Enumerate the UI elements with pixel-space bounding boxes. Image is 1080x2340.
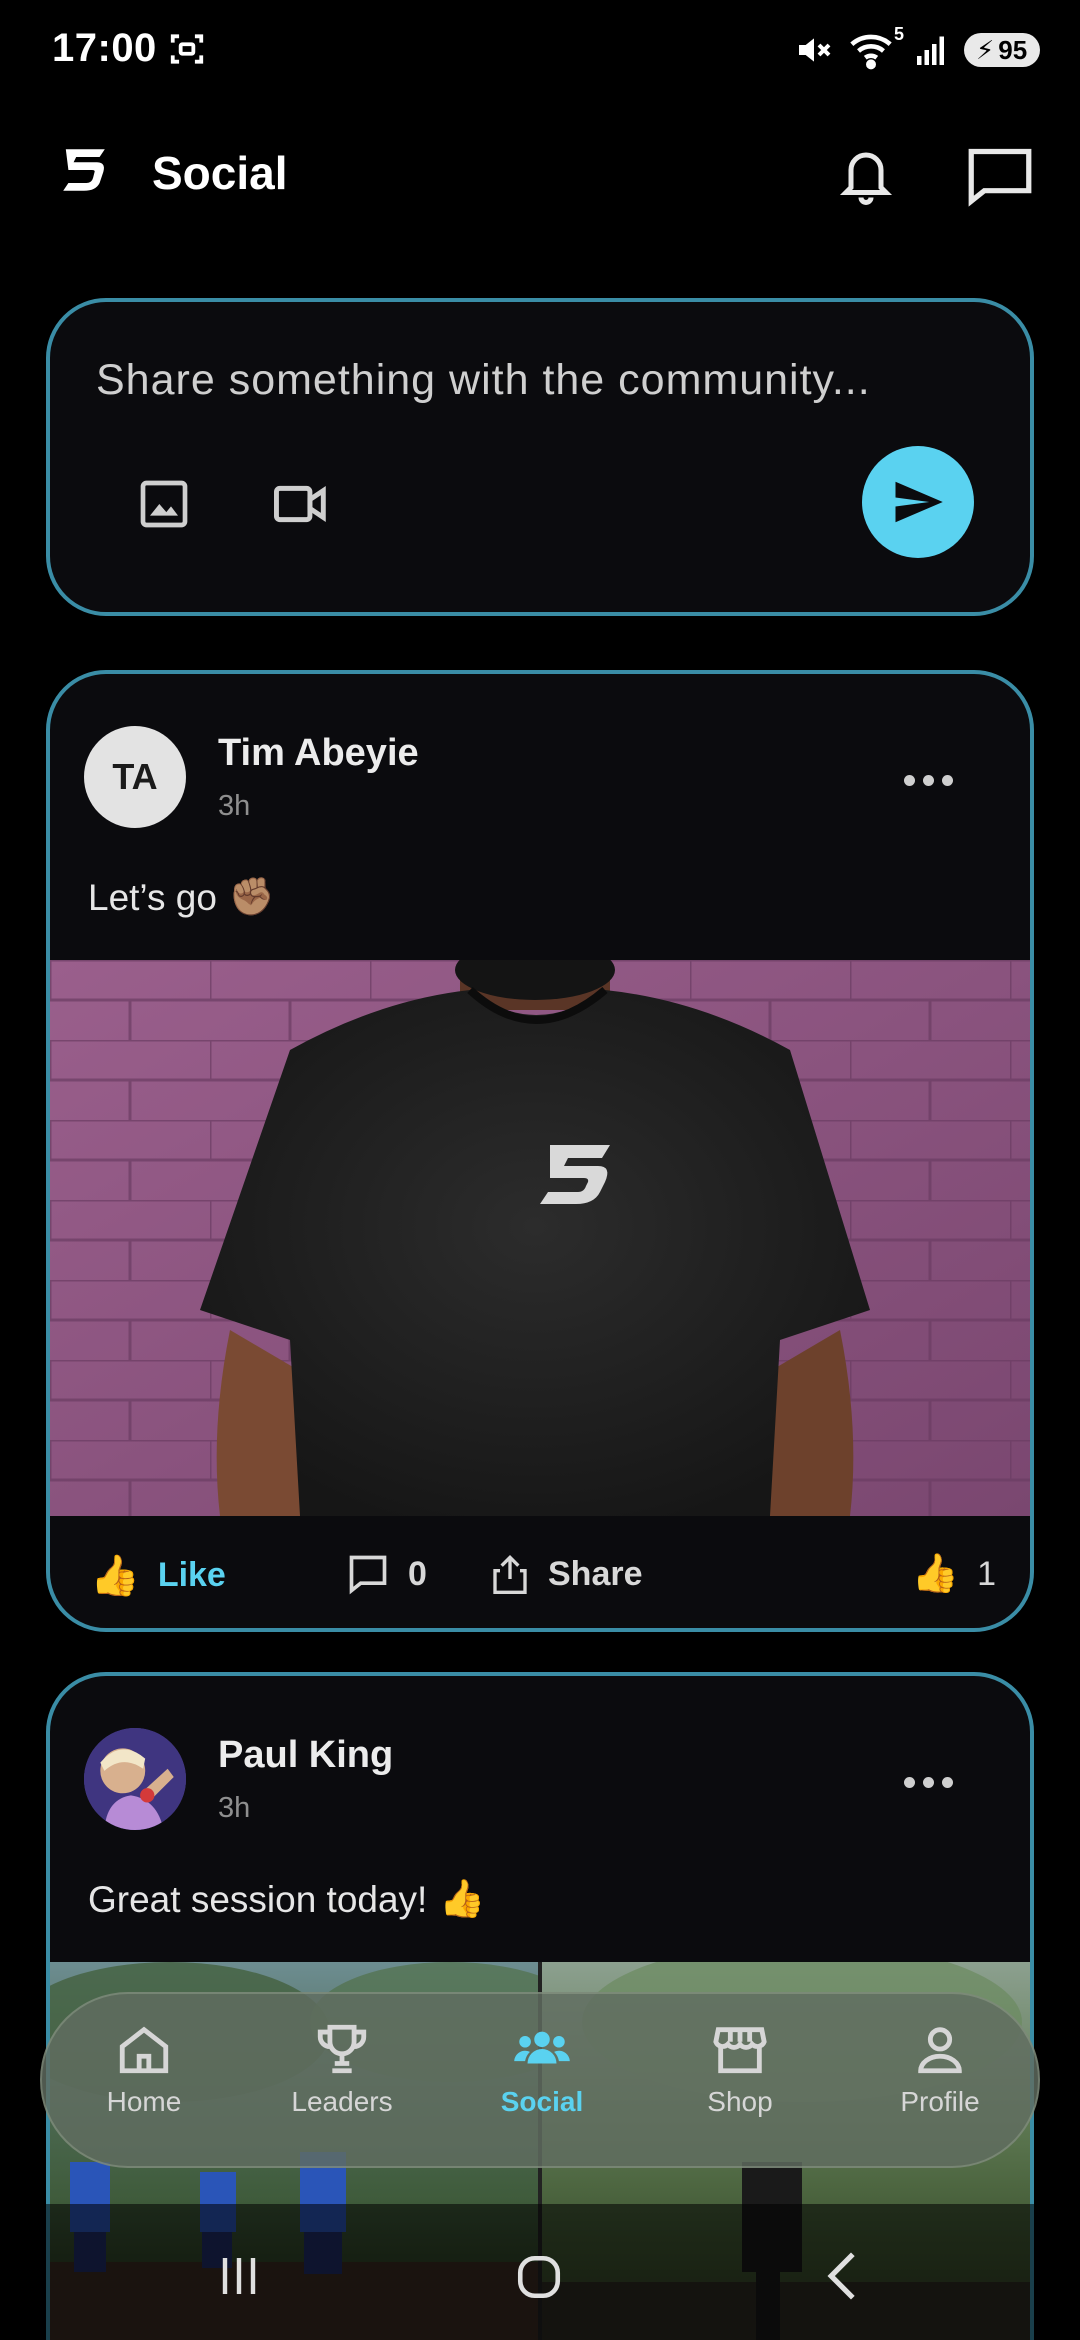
battery-level: 95 — [998, 34, 1028, 65]
nav-label: Profile — [900, 2086, 980, 2117]
person-icon — [918, 2027, 962, 2074]
home-button-icon[interactable] — [514, 2252, 564, 2302]
nav-label: Home — [106, 2086, 182, 2117]
post-card: TA Tim Abeyie 3h Let’s go ✊🏽 👍 Like 0 Sh… — [46, 670, 1034, 1632]
post-body: Great session today! 👍 — [88, 1878, 485, 1921]
like-count[interactable]: 👍 1 — [912, 1552, 996, 1596]
tshirt-photo — [50, 960, 1030, 1516]
app-logo-icon — [63, 149, 105, 191]
dot-icon — [904, 774, 915, 786]
bell-icon — [839, 152, 893, 205]
network-type: 5 — [893, 24, 904, 44]
dot-icon — [942, 1776, 953, 1788]
like-button[interactable]: 👍 Like — [90, 1552, 226, 1599]
notifications-button[interactable] — [836, 142, 896, 208]
back-icon[interactable] — [822, 2250, 862, 2302]
system-navigation-bar — [0, 2204, 1080, 2340]
share-button[interactable]: Share — [490, 1552, 643, 1596]
dot-icon — [942, 774, 953, 786]
image-icon — [140, 480, 188, 528]
post-composer — [46, 298, 1034, 616]
post-author[interactable]: Tim Abeyie — [218, 732, 419, 775]
status-icons: 5 ⚡ 95 — [794, 24, 1040, 74]
post-actions: 👍 Like 0 Share 👍 1 — [50, 1516, 1030, 1628]
status-time: 17:00 — [52, 26, 157, 70]
nav-label: Shop — [707, 2086, 773, 2117]
like-count-value: 1 — [977, 1554, 996, 1593]
comment-button[interactable]: 0 — [346, 1552, 427, 1596]
page-title: Social — [152, 147, 288, 199]
comment-count: 0 — [408, 1554, 427, 1593]
nav-label: Leaders — [291, 2086, 393, 2117]
chat-bubble-icon — [968, 148, 1032, 207]
status-bar: 17:00 5 ⚡ 95 — [0, 0, 1080, 100]
nav-item-home[interactable]: Home — [64, 2020, 224, 2118]
like-label: Like — [157, 1556, 226, 1594]
dot-icon — [904, 1776, 915, 1788]
people-icon — [514, 2031, 570, 2064]
post-text: Let’s go — [88, 876, 217, 918]
share-label: Share — [548, 1554, 643, 1593]
post-image[interactable] — [50, 960, 1030, 1516]
post-author[interactable]: Paul King — [218, 1734, 393, 1777]
wifi-icon: 5 — [848, 24, 904, 70]
post-more-button[interactable] — [904, 770, 954, 790]
thumbs-up-icon: 👍 — [90, 1554, 140, 1598]
video-camera-icon — [274, 485, 326, 523]
store-icon — [713, 2027, 767, 2074]
trophy-icon — [317, 2024, 367, 2074]
nav-label: Social — [500, 2086, 584, 2117]
recent-apps-icon[interactable] — [214, 2254, 264, 2298]
battery-indicator: ⚡ 95 — [964, 33, 1040, 67]
signal-icon — [917, 36, 944, 65]
profile-photo — [84, 1728, 186, 1830]
send-post-button[interactable] — [862, 446, 974, 558]
dot-icon — [923, 774, 934, 786]
add-image-button[interactable] — [136, 476, 192, 532]
composer-input[interactable] — [96, 356, 956, 405]
post-more-button[interactable] — [904, 1772, 954, 1792]
avatar[interactable] — [84, 1728, 186, 1830]
post-text: Great session today! — [88, 1878, 428, 1920]
post-timestamp: 3h — [218, 1792, 251, 1824]
nav-item-leaders[interactable]: Leaders — [262, 2020, 422, 2118]
screen-capture-icon — [170, 34, 204, 64]
nav-item-social[interactable]: Social — [462, 2020, 622, 2118]
comment-icon — [349, 1555, 387, 1595]
nav-item-profile[interactable]: Profile — [860, 2020, 1020, 2118]
post-timestamp: 3h — [218, 790, 251, 822]
app-bar: Social — [0, 130, 1080, 220]
thumbs-up-icon: 👍 — [911, 1553, 960, 1595]
fist-emoji: ✊🏽 — [228, 876, 275, 917]
messages-button[interactable] — [966, 142, 1036, 208]
social-screen: 17:00 5 ⚡ 95 Social Share something with… — [0, 0, 1080, 2340]
charging-icon: ⚡ — [976, 34, 995, 65]
dot-icon — [923, 1776, 934, 1788]
bottom-navigation: Home Leaders Social Shop Profile — [40, 1992, 1040, 2168]
nav-item-shop[interactable]: Shop — [660, 2020, 820, 2118]
thumbs-up-emoji: 👍 — [439, 1878, 486, 1919]
post-body: Let’s go ✊🏽 — [88, 876, 275, 919]
home-icon — [119, 2026, 169, 2074]
mute-icon — [799, 38, 831, 62]
avatar[interactable]: TA — [84, 726, 186, 828]
send-icon — [895, 481, 943, 523]
add-video-button[interactable] — [272, 480, 330, 528]
share-icon — [493, 1554, 527, 1594]
